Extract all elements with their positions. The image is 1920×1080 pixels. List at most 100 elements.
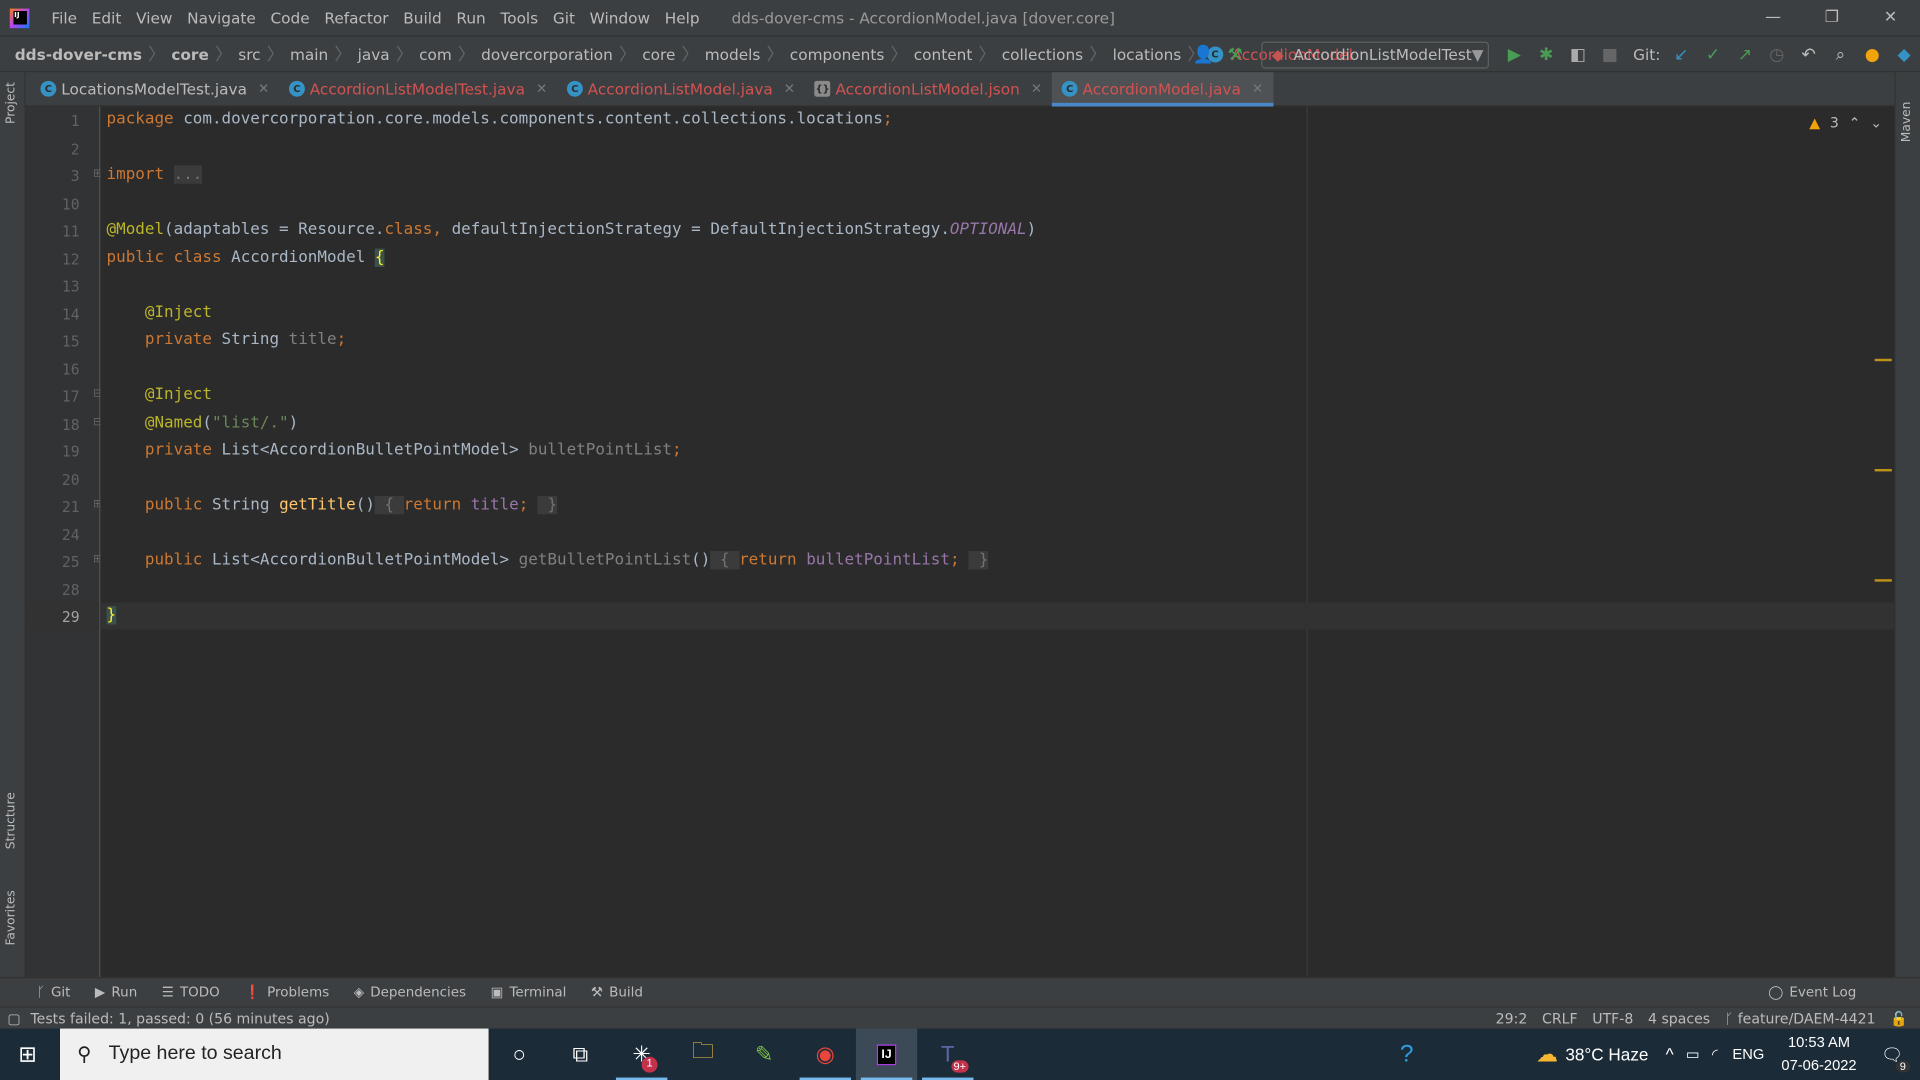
code-token: return bbox=[403, 495, 471, 515]
coverage-icon[interactable]: ◧ bbox=[1562, 45, 1594, 65]
stop-icon[interactable]: ■ bbox=[1594, 45, 1626, 65]
tab-close-icon[interactable]: ✕ bbox=[1031, 81, 1042, 97]
help-icon[interactable]: ? bbox=[1400, 1040, 1414, 1068]
file-explorer-icon[interactable]: 🗀 bbox=[672, 1029, 733, 1080]
taskbar-search[interactable]: ⚲ Type here to search bbox=[60, 1028, 489, 1080]
git-push-icon[interactable]: ↗ bbox=[1729, 45, 1761, 65]
breadcrumb-item[interactable]: main bbox=[286, 45, 332, 63]
weather-text[interactable]: 38°C Haze bbox=[1565, 1044, 1648, 1064]
tool-window-problems[interactable]: ❗ Problems bbox=[244, 984, 329, 1000]
update-icon[interactable]: ● bbox=[1856, 45, 1888, 65]
breadcrumb-item[interactable]: models bbox=[701, 45, 764, 63]
line-separator[interactable]: CRLF bbox=[1542, 1010, 1578, 1027]
code-editor[interactable]: ▲ 3 ⌃ ⌄ package com.dovercorporation.core.m… bbox=[100, 106, 1895, 978]
git-update-icon[interactable]: ↙ bbox=[1665, 45, 1697, 65]
tool-window-git[interactable]: ᚴ Git bbox=[37, 984, 71, 1000]
lock-icon[interactable]: 🔓 bbox=[1890, 1010, 1908, 1027]
show-hidden-icons[interactable]: ^ bbox=[1666, 1044, 1674, 1064]
breadcrumb-item[interactable]: components bbox=[786, 45, 888, 63]
search-icon[interactable]: ⌕ bbox=[1824, 45, 1856, 65]
slack-icon[interactable]: ✳ 1 bbox=[611, 1029, 672, 1080]
editor-tab[interactable]: C AccordionModel.java ✕ bbox=[1051, 71, 1273, 106]
tool-window-todo[interactable]: ☰ TODO bbox=[162, 984, 220, 1000]
tab-close-icon[interactable]: ✕ bbox=[258, 81, 269, 97]
tool-window-dependencies[interactable]: ◈ Dependencies bbox=[354, 984, 466, 1000]
notifications-icon[interactable]: 🗨 9 bbox=[1881, 1044, 1911, 1073]
toolbox-icon[interactable]: ◆ bbox=[1888, 45, 1920, 65]
editor-tab[interactable]: C AccordionListModelTest.java ✕ bbox=[279, 72, 557, 106]
code-token: defaultInjectionStrategy = DefaultInject… bbox=[451, 220, 950, 239]
run-icon[interactable]: ▶ bbox=[1498, 45, 1530, 65]
cortana-icon[interactable]: ○ bbox=[489, 1029, 550, 1080]
project-tool-button[interactable]: Project bbox=[5, 82, 18, 124]
chrome-icon[interactable]: ◉ bbox=[795, 1029, 856, 1080]
teams-icon[interactable]: T 9+ bbox=[917, 1029, 978, 1080]
menu-git[interactable]: Git bbox=[546, 9, 583, 27]
code-token: return bbox=[739, 551, 807, 570]
breadcrumb-item[interactable]: content bbox=[910, 45, 976, 63]
menu-code[interactable]: Code bbox=[263, 9, 317, 27]
status-panel-icon[interactable]: ▢ bbox=[7, 1010, 20, 1027]
history-icon[interactable]: ◷ bbox=[1761, 45, 1793, 65]
task-view-icon[interactable]: ⧉ bbox=[550, 1029, 611, 1080]
windows-start-icon[interactable]: ⊞ bbox=[18, 1041, 36, 1067]
indent-setting[interactable]: 4 spaces bbox=[1648, 1010, 1710, 1027]
wifi-icon[interactable]: ◜ bbox=[1712, 1046, 1718, 1063]
caret-position[interactable]: 29:2 bbox=[1496, 1010, 1528, 1027]
git-branch-widget[interactable]: ᚴ feature/DAEM-4421 bbox=[1725, 1010, 1876, 1027]
notepadpp-icon[interactable]: ✎ bbox=[733, 1029, 794, 1080]
intellij-taskbar-icon[interactable]: IJ bbox=[855, 1028, 918, 1080]
breadcrumb-item[interactable]: com bbox=[415, 45, 455, 63]
warning-stripe-mark[interactable] bbox=[1874, 358, 1892, 362]
breadcrumb-item[interactable]: dovercorporation bbox=[477, 45, 616, 63]
language-indicator[interactable]: ENG bbox=[1732, 1046, 1764, 1063]
editor-tab[interactable]: {} AccordionListModel.json ✕ bbox=[805, 72, 1052, 106]
menu-tools[interactable]: Tools bbox=[493, 9, 545, 27]
warning-stripe-mark[interactable] bbox=[1874, 468, 1892, 472]
editor-tab[interactable]: C LocationsModelTest.java ✕ bbox=[31, 72, 279, 106]
minimize-button[interactable]: — bbox=[1744, 0, 1803, 37]
status-message[interactable]: Tests failed: 1, passed: 0 (56 minutes a… bbox=[30, 1010, 329, 1027]
breadcrumb-item[interactable]: locations bbox=[1109, 45, 1185, 63]
menu-file[interactable]: File bbox=[44, 9, 84, 27]
file-encoding[interactable]: UTF-8 bbox=[1592, 1010, 1633, 1027]
menu-build[interactable]: Build bbox=[396, 9, 449, 27]
breadcrumb-item[interactable]: java bbox=[354, 45, 393, 63]
menu-navigate[interactable]: Navigate bbox=[180, 9, 263, 27]
inspection-widget[interactable]: ▲ 3 ⌃ ⌄ bbox=[1809, 114, 1882, 131]
tool-window-build[interactable]: ⚒ Build bbox=[591, 984, 643, 1000]
breadcrumb-item[interactable]: dds-dover-cms bbox=[11, 45, 146, 63]
build-hammer-icon[interactable]: ⚒ bbox=[1219, 45, 1251, 65]
debug-icon[interactable]: ✱ bbox=[1530, 45, 1562, 65]
line-number: 10 bbox=[61, 195, 80, 213]
breadcrumb-item[interactable]: collections bbox=[998, 45, 1087, 63]
menu-window[interactable]: Window bbox=[582, 9, 657, 27]
menu-edit[interactable]: Edit bbox=[84, 9, 128, 27]
clock[interactable]: 10:53 AM 07-06-2022 bbox=[1781, 1031, 1856, 1078]
editor-tab[interactable]: C AccordionListModel.java ✕ bbox=[557, 72, 805, 106]
event-log-button[interactable]: ◯ Event Log bbox=[1768, 984, 1856, 1000]
tab-close-icon[interactable]: ✕ bbox=[536, 81, 547, 97]
maven-tool-button[interactable]: Maven bbox=[1900, 102, 1913, 143]
structure-tool-button[interactable]: Structure bbox=[5, 792, 18, 849]
tool-window-run[interactable]: ▶ Run bbox=[95, 984, 137, 1000]
tab-close-icon[interactable]: ✕ bbox=[784, 81, 795, 97]
run-config-select[interactable]: ◆ AccordionListModelTest ▼ bbox=[1260, 41, 1489, 68]
breadcrumb-item[interactable]: core bbox=[639, 45, 680, 63]
battery-icon[interactable]: ▭ bbox=[1686, 1046, 1700, 1063]
warning-stripe-mark[interactable] bbox=[1874, 579, 1892, 582]
menu-view[interactable]: View bbox=[129, 9, 180, 27]
tool-window-terminal[interactable]: ▣ Terminal bbox=[491, 984, 567, 1000]
tab-close-icon[interactable]: ✕ bbox=[1252, 81, 1263, 97]
menu-refactor[interactable]: Refactor bbox=[317, 9, 396, 27]
user-icon[interactable]: 👤 bbox=[1187, 45, 1219, 65]
breadcrumb-item[interactable]: src bbox=[235, 45, 265, 63]
breadcrumb-item[interactable]: core bbox=[168, 45, 213, 63]
restore-button[interactable]: ❐ bbox=[1802, 0, 1861, 37]
close-button[interactable]: ✕ bbox=[1861, 0, 1920, 37]
menu-run[interactable]: Run bbox=[449, 9, 493, 27]
favorites-tool-button[interactable]: Favorites bbox=[5, 890, 18, 945]
git-commit-icon[interactable]: ✓ bbox=[1697, 45, 1729, 65]
rollback-icon[interactable]: ↶ bbox=[1793, 45, 1825, 65]
menu-help[interactable]: Help bbox=[657, 9, 707, 27]
